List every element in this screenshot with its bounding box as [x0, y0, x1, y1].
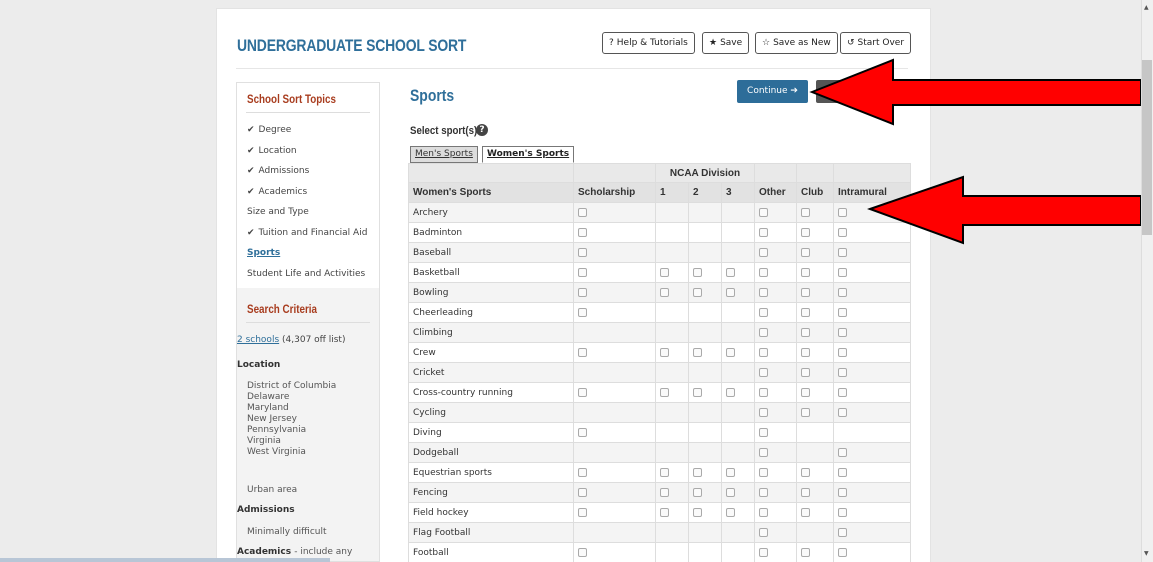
scrollbar-thumb[interactable] — [1142, 60, 1152, 235]
annotation-arrows — [809, 58, 1142, 245]
page: UNDERGRADUATE SCHOOL SORT ? Help & Tutori… — [0, 0, 1153, 562]
scroll-down-icon[interactable]: ▼ — [1144, 550, 1149, 557]
red-arrow-continue — [809, 58, 1142, 126]
taskbar — [0, 558, 330, 562]
scroll-up-icon[interactable]: ▲ — [1144, 4, 1149, 11]
red-arrow-intramural — [867, 175, 1142, 245]
